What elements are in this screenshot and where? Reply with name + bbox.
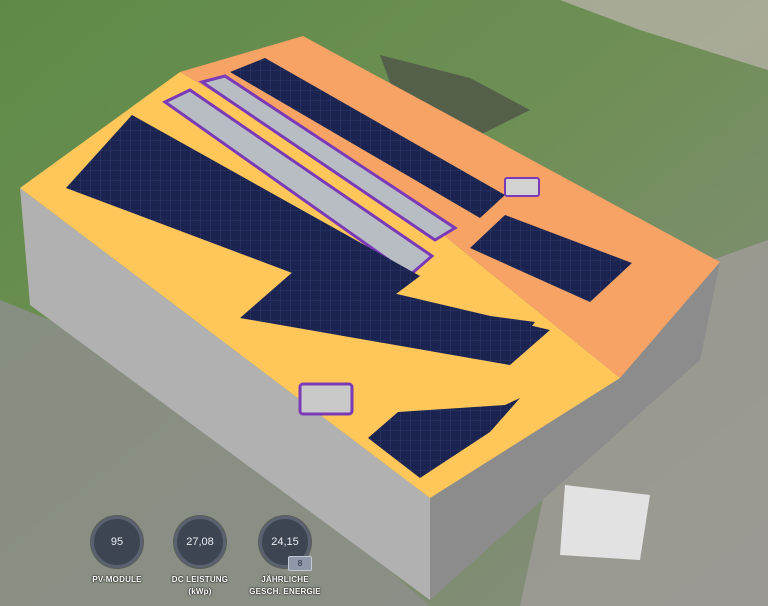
roof-vent-obstacle [504,177,540,197]
stat-circle: 95 [91,516,143,568]
stat-value: 24,15 [271,536,299,548]
roof-skylight-obstacle [298,382,354,416]
stat-pv-modules: 95 PV-MODULE [72,516,162,586]
stat-sublabel-line: GESCH. ENERGIE [249,587,321,596]
summary-stats: 95 PV-MODULE 27,08 DC LEISTUNG (kWp) 24,… [72,516,342,606]
stat-label: DC LEISTUNG (kWp) [155,574,245,598]
stat-label-line: DC LEISTUNG [171,575,229,584]
stat-label: JÄHRLICHE GESCH. ENERGIE [240,574,330,598]
stat-label-line: PV-MODULE [92,575,142,584]
stat-sublabel-line: (kWp) [188,587,212,596]
stat-dc-power: 27,08 DC LEISTUNG (kWp) [155,516,245,598]
stat-circle: 27,08 [174,516,226,568]
stat-badge: 8 [288,556,312,571]
stat-circle: 24,15 8 [259,516,312,571]
vehicle-shape [560,485,650,560]
stat-label-line: JÄHRLICHE [261,575,309,584]
stat-annual-energy: 24,15 8 JÄHRLICHE GESCH. ENERGIE [240,516,330,598]
stat-label: PV-MODULE [72,574,162,586]
